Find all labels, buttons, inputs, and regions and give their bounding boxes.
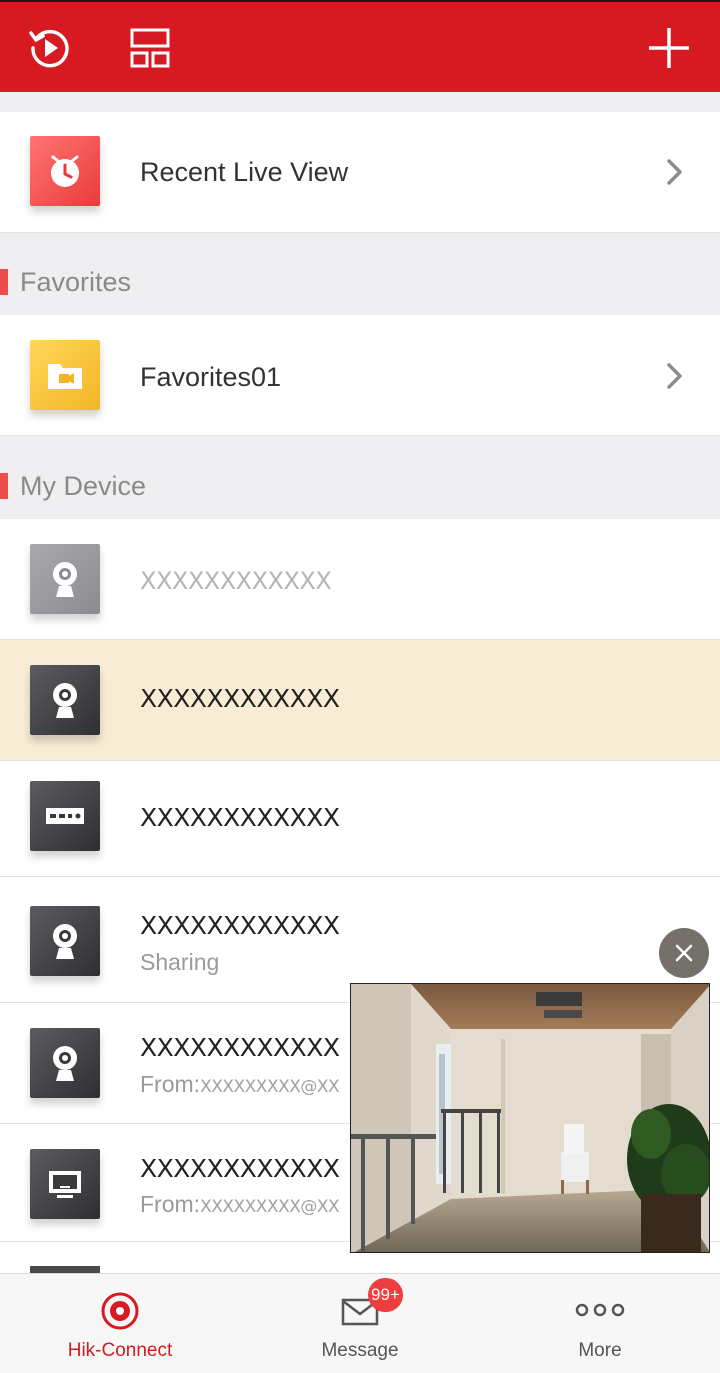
section-marker <box>0 473 8 499</box>
device-name: XXXXXXXXXXXX <box>140 803 340 832</box>
hik-connect-icon <box>101 1292 139 1330</box>
device-row[interactable]: XXXXXXXXXXXX <box>0 519 720 639</box>
layout-grid-icon[interactable] <box>126 24 174 72</box>
favorites-item-label: Favorites01 <box>140 362 282 392</box>
top-toolbar <box>0 0 720 92</box>
favorites-section-title: Favorites <box>20 267 132 297</box>
device-name: XXXXXXXXXXXX <box>140 567 332 595</box>
live-preview-window[interactable] <box>350 983 710 1253</box>
device-name: XXXXXXXXXXXX <box>140 1154 340 1183</box>
chevron-right-icon <box>667 363 682 389</box>
from-account: XXXXXXXXX@XX <box>200 1197 340 1217</box>
close-preview-button[interactable] <box>659 928 709 978</box>
device-thumb-partial <box>30 1266 100 1273</box>
plus-icon[interactable] <box>645 24 693 72</box>
device-subtitle: Sharing <box>140 949 220 975</box>
chevron-right-icon <box>667 159 682 185</box>
nav-more[interactable]: More <box>480 1274 720 1373</box>
favorites-section-header: Favorites <box>0 233 720 315</box>
my-device-section-header: My Device <box>0 437 720 519</box>
clock-icon <box>30 136 100 206</box>
device-name: XXXXXXXXXXXX <box>140 911 340 940</box>
nvr-icon <box>30 781 100 851</box>
bottom-navigation: Hik-Connect 99+ Message More <box>0 1273 720 1373</box>
message-badge: 99+ <box>368 1278 403 1312</box>
device-subtitle: From:XXXXXXXXX@XX <box>140 1191 340 1218</box>
device-row-selected[interactable]: XXXXXXXXXXXX <box>0 640 720 760</box>
from-prefix: From: <box>140 1071 201 1097</box>
monitor-icon <box>30 1149 100 1219</box>
nav-hik-connect[interactable]: Hik-Connect <box>0 1274 240 1373</box>
folder-video-icon <box>30 340 100 410</box>
section-marker <box>0 269 8 295</box>
device-row[interactable]: XXXXXXXXXXXX <box>0 761 720 876</box>
camera-icon <box>30 906 100 976</box>
recent-live-view-label: Recent Live View <box>140 157 349 187</box>
from-prefix: From: <box>140 1191 201 1217</box>
recent-live-view-row[interactable]: Recent Live View <box>0 112 720 232</box>
divider <box>0 435 720 436</box>
live-preview-image <box>351 984 709 1252</box>
playback-icon[interactable] <box>26 24 74 72</box>
camera-icon <box>30 544 100 614</box>
device-name: XXXXXXXXXXXX <box>140 684 340 713</box>
nav-label: Hik-Connect <box>67 1340 173 1361</box>
nav-label: Message <box>321 1340 399 1361</box>
nav-label: More <box>578 1340 622 1361</box>
camera-icon <box>30 1028 100 1098</box>
device-subtitle: From:XXXXXXXXX@XX <box>140 1071 340 1098</box>
close-icon <box>675 944 693 962</box>
from-account: XXXXXXXXX@XX <box>200 1077 340 1097</box>
favorites-item[interactable]: Favorites01 <box>0 315 720 435</box>
my-device-section-title: My Device <box>20 471 147 501</box>
nav-message[interactable]: 99+ Message <box>240 1274 480 1373</box>
device-name: XXXXXXXXXXXX <box>140 1033 340 1062</box>
camera-icon <box>30 665 100 735</box>
more-dots-icon <box>575 1303 625 1317</box>
